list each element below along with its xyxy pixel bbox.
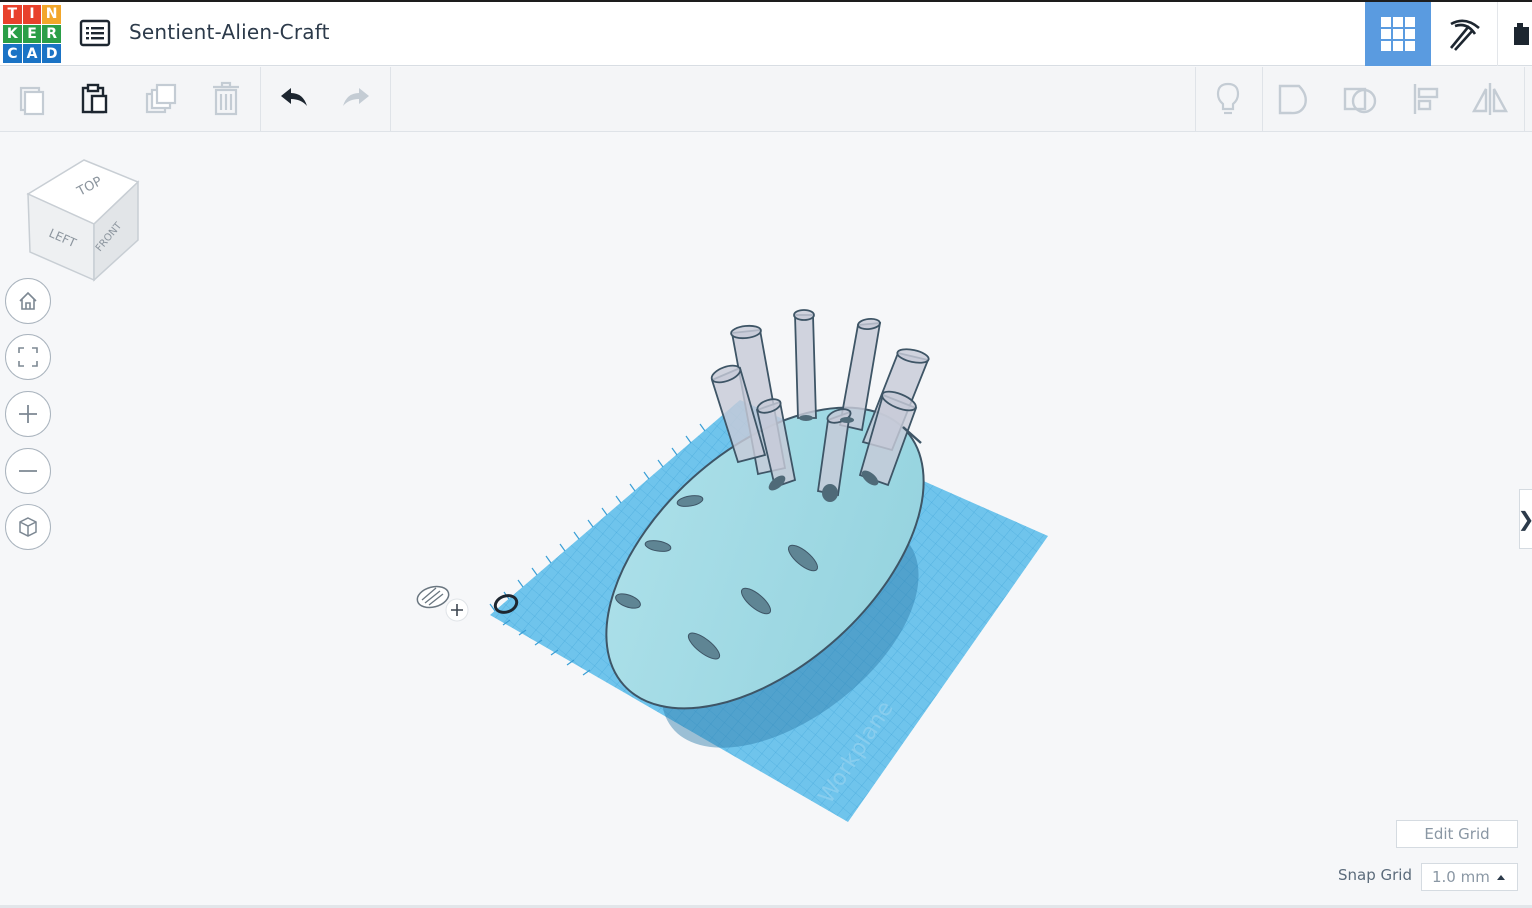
duplicate-icon — [145, 83, 177, 114]
toolbar-divider — [1262, 67, 1263, 131]
orthographic-icon — [19, 517, 37, 537]
notes-button[interactable] — [1206, 77, 1250, 121]
bricks-icon — [1514, 23, 1529, 45]
caret-up-icon — [1497, 875, 1505, 880]
shapes-panel-toggle[interactable]: ❯ — [1519, 489, 1532, 549]
home-icon — [19, 291, 37, 310]
tinkercad-logo[interactable]: TIN KER CAD — [3, 5, 61, 63]
toolbar-divider — [1195, 67, 1196, 131]
snap-grid-select[interactable]: 1.0 mm — [1421, 863, 1518, 891]
3d-view-button[interactable] — [1365, 2, 1431, 66]
logo-letter: D — [42, 44, 61, 63]
fit-icon — [18, 347, 38, 367]
toolbar-divider — [260, 67, 261, 131]
delete-icon — [213, 81, 239, 116]
toolbar-divider — [390, 67, 391, 131]
logo-letter: R — [42, 24, 61, 44]
duplicate-button[interactable] — [140, 77, 184, 121]
zoom-out-button[interactable] — [5, 448, 51, 494]
ungroup-button[interactable] — [1338, 77, 1382, 121]
group-button[interactable] — [1272, 77, 1316, 121]
menu-icon — [79, 19, 111, 47]
delete-button[interactable] — [204, 77, 248, 121]
view-cube[interactable]: TOP LEFT FRONT — [20, 152, 150, 287]
pickaxe-icon — [1449, 19, 1480, 51]
mirror-button[interactable] — [1468, 77, 1512, 121]
copy-button[interactable] — [10, 77, 54, 121]
zoom-out-icon — [19, 470, 37, 472]
tinkercad-app: TIN KER CAD Sentient-Alien-Craft TOP LEFT … — [0, 0, 1532, 908]
logo-letter: N — [42, 5, 61, 24]
chevron-right-icon: ❯ — [1520, 507, 1532, 531]
workplane-scene[interactable]: Workplane — [400, 290, 1100, 850]
logo-letter: C — [3, 44, 22, 63]
align-icon — [1413, 84, 1439, 114]
edit-toolbar — [0, 67, 1532, 132]
logo-letter: K — [3, 24, 22, 44]
design-menu-button[interactable] — [78, 18, 112, 48]
redo-icon — [343, 88, 369, 106]
bricks-view-button[interactable] — [1499, 2, 1532, 66]
paste-button[interactable] — [73, 77, 117, 121]
zoom-in-icon — [19, 405, 37, 423]
projection-button[interactable] — [5, 504, 51, 550]
blocks-view-button[interactable] — [1432, 2, 1498, 66]
logo-letter: T — [3, 5, 22, 24]
group-icon — [1278, 84, 1307, 115]
ungroup-icon — [1343, 87, 1377, 114]
copy-icon — [19, 86, 45, 116]
ruler-tool-handle[interactable] — [415, 583, 469, 622]
edit-grid-button[interactable]: Edit Grid — [1396, 820, 1518, 848]
logo-letter: A — [22, 44, 42, 63]
snap-grid-value: 1.0 mm — [1432, 868, 1490, 886]
grid-view-icon — [1381, 17, 1415, 51]
logo-letter: E — [22, 24, 42, 44]
lightbulb-icon — [1216, 82, 1240, 115]
zoom-in-button[interactable] — [5, 391, 51, 437]
fit-view-button[interactable] — [5, 334, 51, 380]
toolbar-divider — [1524, 67, 1525, 131]
undo-button[interactable] — [272, 77, 316, 121]
align-button[interactable] — [1404, 77, 1448, 121]
design-title[interactable]: Sentient-Alien-Craft — [129, 20, 330, 44]
undo-icon — [281, 88, 307, 106]
home-view-button[interactable] — [5, 278, 51, 324]
logo-letter: I — [22, 5, 42, 24]
redo-button[interactable] — [334, 77, 378, 121]
mirror-icon — [1471, 83, 1509, 115]
snap-grid-label: Snap Grid — [1338, 866, 1412, 884]
paste-icon — [81, 83, 108, 114]
header-bar: TIN KER CAD Sentient-Alien-Craft — [0, 0, 1532, 66]
